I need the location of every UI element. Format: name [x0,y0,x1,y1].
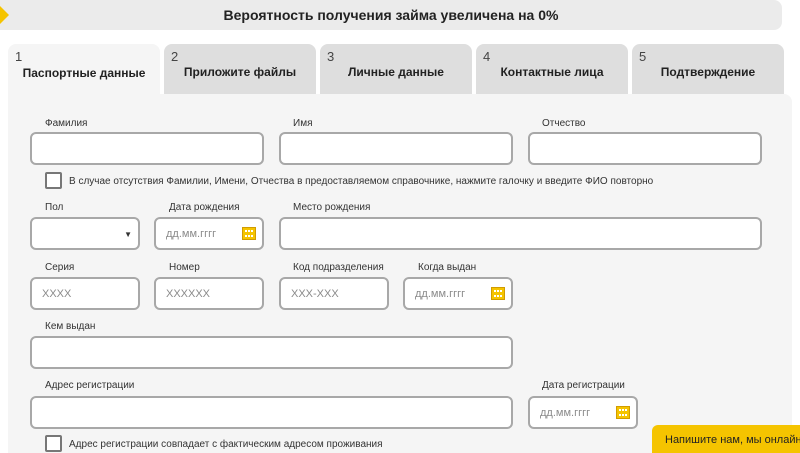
step-tabs: 1 Паспортные данные 2 Приложите файлы 3 … [8,44,792,96]
issue-date-input[interactable]: дд.мм.гггг [403,277,513,310]
tab-files[interactable]: 2 Приложите файлы [164,44,316,94]
same-address-checkbox[interactable] [45,435,62,452]
reg-date-label: Дата регистрации [542,380,625,391]
division-code-placeholder: XXX-XXX [291,288,339,300]
birth-date-input[interactable]: дд.мм.гггг [154,217,264,250]
tab-label: Приложите файлы [183,65,297,79]
reg-address-input[interactable] [30,396,513,429]
division-code-input[interactable]: XXX-XXX [279,277,389,310]
tab-personal[interactable]: 3 Личные данные [320,44,472,94]
series-placeholder: XXXX [42,288,72,300]
tab-label: Подтверждение [660,65,756,79]
tab-contacts[interactable]: 4 Контактные лица [476,44,628,94]
series-label: Серия [45,262,75,273]
tab-label: Личные данные [348,65,444,79]
chevron-down-icon: ▼ [124,230,132,239]
first-name-input[interactable] [279,132,513,165]
banner-text: Вероятность получения займа увеличена на… [223,7,559,23]
same-address-checkbox-label: Адрес регистрации совпадает с фактически… [69,439,383,450]
reg-address-label: Адрес регистрации [45,380,135,391]
number-input[interactable]: XXXXXX [154,277,264,310]
tab-label: Паспортные данные [22,66,146,80]
reg-date-input[interactable]: дд.мм.гггг [528,396,638,429]
no-name-checkbox[interactable] [45,172,62,189]
calendar-icon[interactable] [491,287,505,300]
no-name-checkbox-label: В случае отсутствия Фамилии, Имени, Отче… [69,176,654,187]
issued-by-input[interactable] [30,336,513,369]
calendar-icon[interactable] [616,406,630,419]
birth-place-label: Место рождения [293,202,371,213]
issue-date-label: Когда выдан [418,262,477,273]
birth-date-label: Дата рождения [169,202,240,213]
division-code-label: Код подразделения [293,262,384,273]
tab-number: 1 [15,49,23,64]
last-name-input[interactable] [30,132,264,165]
tab-confirmation[interactable]: 5 Подтверждение [632,44,784,94]
issue-date-placeholder: дд.мм.гггг [415,288,466,300]
tab-number: 4 [483,49,491,64]
number-label: Номер [169,262,200,273]
series-input[interactable]: XXXX [30,277,140,310]
reg-date-placeholder: дд.мм.гггг [540,407,591,419]
probability-banner: Вероятность получения займа увеличена на… [0,0,782,30]
gender-select[interactable]: ▼ [30,217,140,250]
calendar-icon[interactable] [242,227,256,240]
passport-form: Фамилия Имя Отчество В случае отсутствия… [8,94,792,453]
first-name-label: Имя [293,118,313,129]
issued-by-label: Кем выдан [45,321,96,332]
tab-passport[interactable]: 1 Паспортные данные [8,44,160,96]
chat-label: Напишите нам, мы онлайн! [665,434,800,446]
gender-label: Пол [45,202,64,213]
middle-name-input[interactable] [528,132,762,165]
tab-label: Контактные лица [500,65,604,79]
number-placeholder: XXXXXX [166,288,211,300]
tab-number: 5 [639,49,647,64]
birth-date-placeholder: дд.мм.гггг [166,228,217,240]
online-chat-button[interactable]: Напишите нам, мы онлайн! [652,425,800,453]
tab-number: 3 [327,49,335,64]
last-name-label: Фамилия [45,118,88,129]
middle-name-label: Отчество [542,118,586,129]
birth-place-input[interactable] [279,217,762,250]
tab-number: 2 [171,49,179,64]
